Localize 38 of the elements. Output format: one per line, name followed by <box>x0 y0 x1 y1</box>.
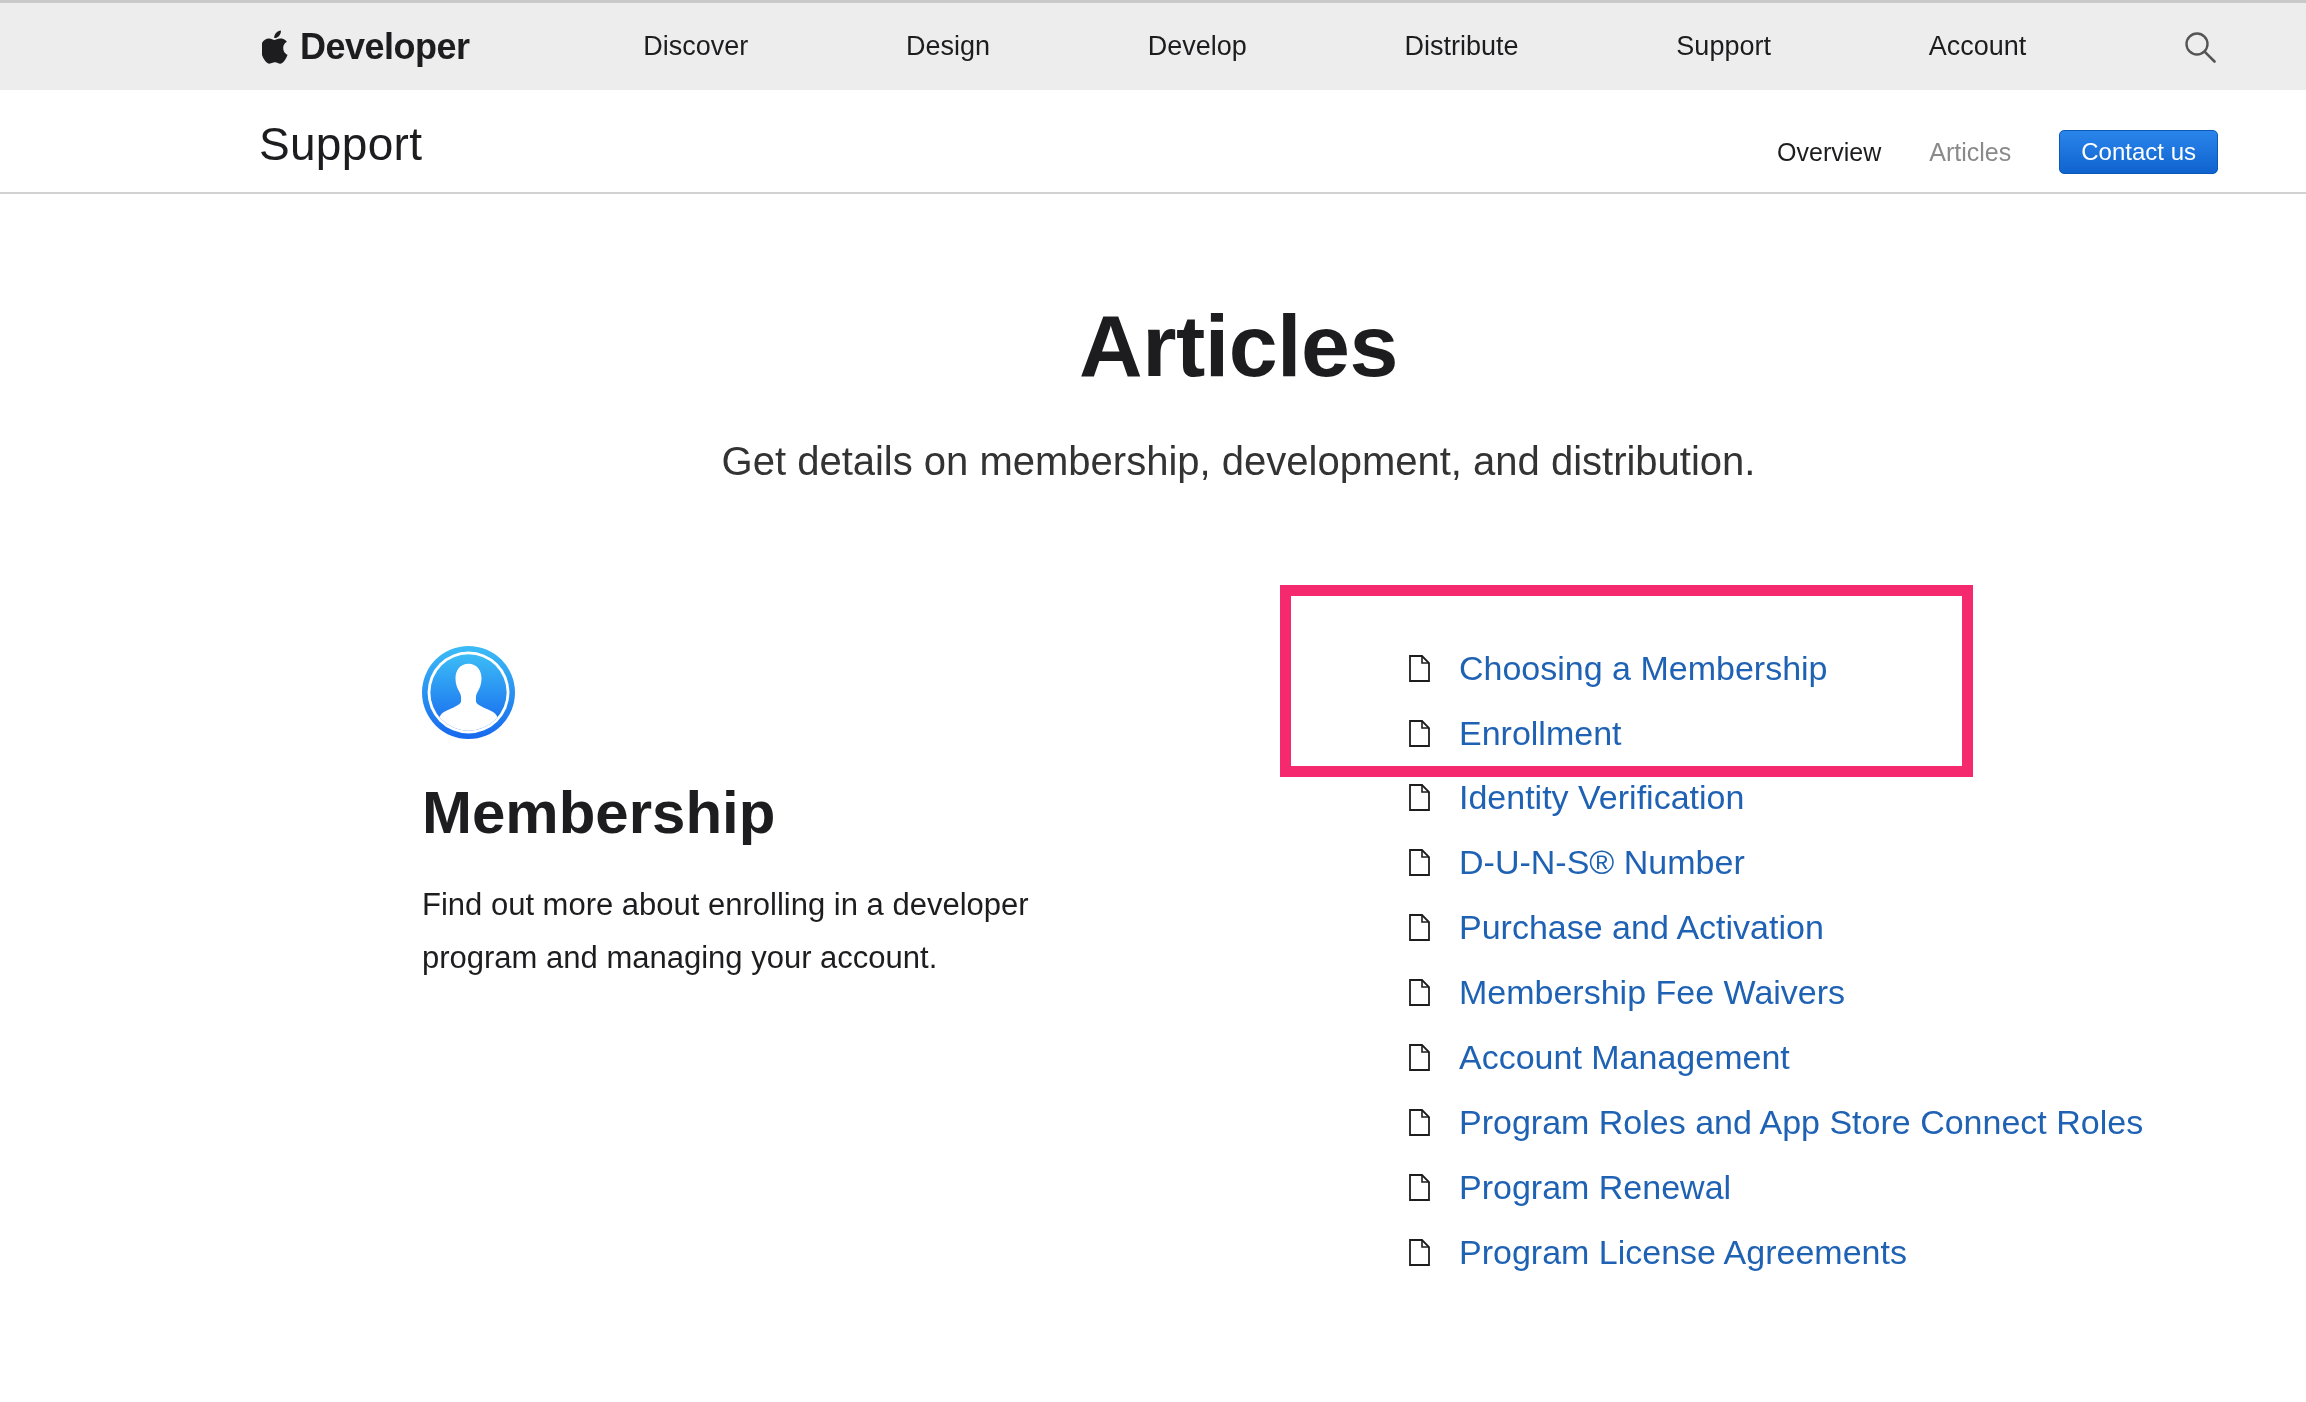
nav-link[interactable]: Support <box>1676 31 1771 62</box>
document-icon <box>1409 1109 1430 1136</box>
contact-button[interactable]: Contact us <box>2059 130 2218 174</box>
page-subtitle: Get details on membership, development, and distribution. <box>721 438 1756 485</box>
nav-link[interactable]: Design <box>906 31 991 62</box>
support-title: Support <box>259 117 423 171</box>
developer-logo-link[interactable]: Developer <box>262 25 470 68</box>
article-link[interactable]: D-U-N-S® Number <box>1459 843 1745 882</box>
person-circle-icon <box>422 646 515 739</box>
document-icon <box>1409 914 1430 941</box>
article-link[interactable]: Membership Fee Waivers <box>1459 973 1846 1012</box>
article-link[interactable]: Purchase and Activation <box>1459 908 1824 947</box>
nav-link[interactable]: Distribute <box>1404 31 1519 62</box>
article-link[interactable]: Program Renewal <box>1459 1168 1732 1207</box>
article-link[interactable]: Account Management <box>1459 1038 1790 1077</box>
local-nav-link[interactable]: Overview <box>1777 137 1882 167</box>
search-icon[interactable] <box>2183 30 2216 63</box>
article-link[interactable]: Enrollment <box>1459 714 1622 753</box>
document-icon <box>1409 720 1430 747</box>
article-link[interactable]: Identity Verification <box>1459 778 1745 817</box>
apple-icon <box>262 29 290 64</box>
category-heading: Membership <box>422 778 776 848</box>
nav-link[interactable]: Develop <box>1147 31 1247 62</box>
article-link[interactable]: Choosing a Membership <box>1459 649 1828 688</box>
article-link[interactable]: Program Roles and App Store Connect Roles <box>1459 1103 2144 1142</box>
nav-link[interactable]: Discover <box>643 31 749 62</box>
document-icon <box>1409 979 1430 1006</box>
document-icon <box>1409 1044 1430 1071</box>
document-icon <box>1409 849 1430 876</box>
article-link[interactable]: Program License Agreements <box>1459 1233 1907 1272</box>
document-icon <box>1409 1239 1430 1266</box>
document-icon <box>1409 655 1430 682</box>
local-nav-link[interactable]: Articles <box>1929 137 2012 167</box>
nav-link[interactable]: Account <box>1928 31 2027 62</box>
document-icon <box>1409 784 1430 811</box>
category-description: Find out more about enrolling in a developer program and managing your account. <box>422 886 1030 977</box>
page-title: Articles <box>1079 295 1398 397</box>
document-icon <box>1409 1174 1430 1201</box>
